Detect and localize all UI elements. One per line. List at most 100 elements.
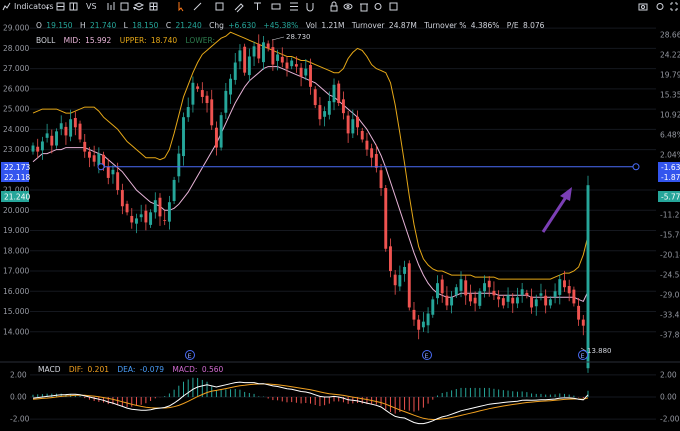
- fib-icon[interactable]: [290, 2, 298, 11]
- boll-upper-label: UPPER:: [120, 36, 147, 45]
- macd-value: 0.560: [202, 365, 224, 374]
- cursor-icon[interactable]: [178, 2, 184, 12]
- candle: [436, 283, 439, 299]
- percent-tick-label: -37.89%: [660, 331, 680, 340]
- dif-value: 0.201: [88, 365, 110, 374]
- macd-label: MACD: [38, 365, 61, 374]
- candle: [313, 89, 317, 106]
- candle: [210, 99, 214, 126]
- text-icon[interactable]: [254, 2, 261, 10]
- horizontal-line-handle-right[interactable]: [632, 163, 640, 171]
- table-icon[interactable]: [120, 2, 129, 11]
- percent-tick-label: 19.79%: [660, 70, 680, 79]
- indicators-icon[interactable]: [2, 2, 11, 11]
- macd-tick-right: 0.00: [660, 393, 677, 402]
- candle: [370, 148, 374, 158]
- candle: [271, 47, 275, 65]
- trendline-icon[interactable]: [193, 2, 202, 11]
- macd-tick-left: 0.00: [10, 393, 27, 402]
- candlestick-chart[interactable]: 29.000 28.000 27.000 26.000 25.000 24.000 23.0…: [0, 0, 680, 431]
- last-price-right: -5.77%: [661, 193, 680, 202]
- settings-icon[interactable]: [374, 3, 382, 10]
- measure-icon[interactable]: [271, 3, 281, 10]
- layers-icon[interactable]: [133, 2, 145, 11]
- layout-icon[interactable]: [56, 2, 65, 11]
- candle: [200, 90, 204, 97]
- price-tick-label: 27.000: [3, 64, 29, 73]
- candle: [64, 126, 68, 136]
- price-tick-label: 17.000: [3, 267, 29, 276]
- candle: [149, 212, 153, 225]
- event-marker-1[interactable]: E: [185, 350, 195, 361]
- save-icon[interactable]: [389, 2, 398, 11]
- delete-icon[interactable]: [360, 3, 368, 12]
- candle: [78, 123, 82, 140]
- percent-tick-label: -33.45%: [660, 311, 680, 320]
- chg-label: Chg: [209, 21, 224, 30]
- boll-lower-label: LOWER:: [186, 36, 215, 45]
- percent-tick-label: 10.92%: [660, 110, 680, 119]
- candle: [59, 123, 63, 129]
- candle: [139, 214, 143, 218]
- camera-icon[interactable]: [638, 3, 648, 11]
- horizontal-line-handle-left[interactable]: [97, 163, 105, 171]
- close-label: C: [166, 21, 171, 30]
- event-marker-3[interactable]: E: [578, 350, 588, 361]
- candle: [40, 141, 44, 151]
- candle: [454, 287, 458, 295]
- magnet-icon[interactable]: [306, 3, 314, 12]
- candle: [351, 119, 355, 134]
- chart-settings-icon[interactable]: [656, 3, 664, 10]
- dea-value: -0.079: [140, 365, 164, 374]
- grid-icon[interactable]: [149, 2, 158, 11]
- chg-value: +6.630: [228, 21, 256, 30]
- eye-icon[interactable]: [343, 3, 353, 10]
- pen-icon[interactable]: [234, 3, 244, 13]
- shapes-icon[interactable]: [215, 2, 224, 11]
- candle: [478, 291, 482, 306]
- candle: [299, 67, 303, 77]
- vol-label: Vol: [306, 21, 317, 30]
- candle: [247, 56, 251, 76]
- macd-tick-left: 2.00: [10, 370, 27, 379]
- low-value: 18.150: [132, 21, 158, 30]
- chg-pct-value: +45.38%: [263, 21, 298, 30]
- candle: [69, 119, 73, 137]
- candle: [224, 90, 228, 113]
- percent-tick-label: -20.14%: [660, 250, 680, 259]
- candle: [55, 131, 58, 146]
- fullscreen-icon[interactable]: [670, 2, 678, 11]
- hline-tag-left-bottom: 22.118: [4, 173, 30, 182]
- price-tick-label: 18.000: [3, 246, 29, 255]
- candle: [581, 319, 585, 326]
- toolbar-icons: ▾ ▾: [2, 1, 678, 13]
- candle: [135, 218, 138, 224]
- price-tick-label: 15.000: [3, 307, 29, 316]
- candle: [309, 64, 312, 87]
- candle: [525, 292, 529, 296]
- price-tick-label: 25.000: [3, 105, 29, 114]
- chart-type-icon[interactable]: [107, 2, 115, 10]
- candle: [172, 179, 176, 201]
- candle: [285, 62, 289, 69]
- candle: [163, 220, 167, 221]
- candle: [497, 296, 501, 300]
- candle: [229, 78, 233, 95]
- percent-tick-label: -15.70%: [660, 230, 680, 239]
- candle: [116, 172, 120, 191]
- indicators-button[interactable]: Indicators: [14, 1, 54, 13]
- candle: [365, 140, 369, 150]
- candle: [563, 280, 566, 288]
- compare-icon[interactable]: [69, 2, 78, 11]
- close-value: 21.240: [175, 21, 201, 30]
- svg-text:O 19.150 H 2: O 19.150 H 21.740 L 18.150 C 21.240 Chg …: [36, 21, 545, 30]
- candle: [243, 46, 247, 73]
- price-tick-label: 28.000: [3, 44, 29, 53]
- candle: [515, 297, 519, 304]
- vs-button[interactable]: VS: [86, 1, 97, 13]
- event-marker-2[interactable]: E: [422, 350, 432, 361]
- candle: [196, 86, 200, 89]
- lock-icon[interactable]: [330, 1, 338, 12]
- candle: [398, 275, 402, 287]
- candle: [92, 155, 96, 162]
